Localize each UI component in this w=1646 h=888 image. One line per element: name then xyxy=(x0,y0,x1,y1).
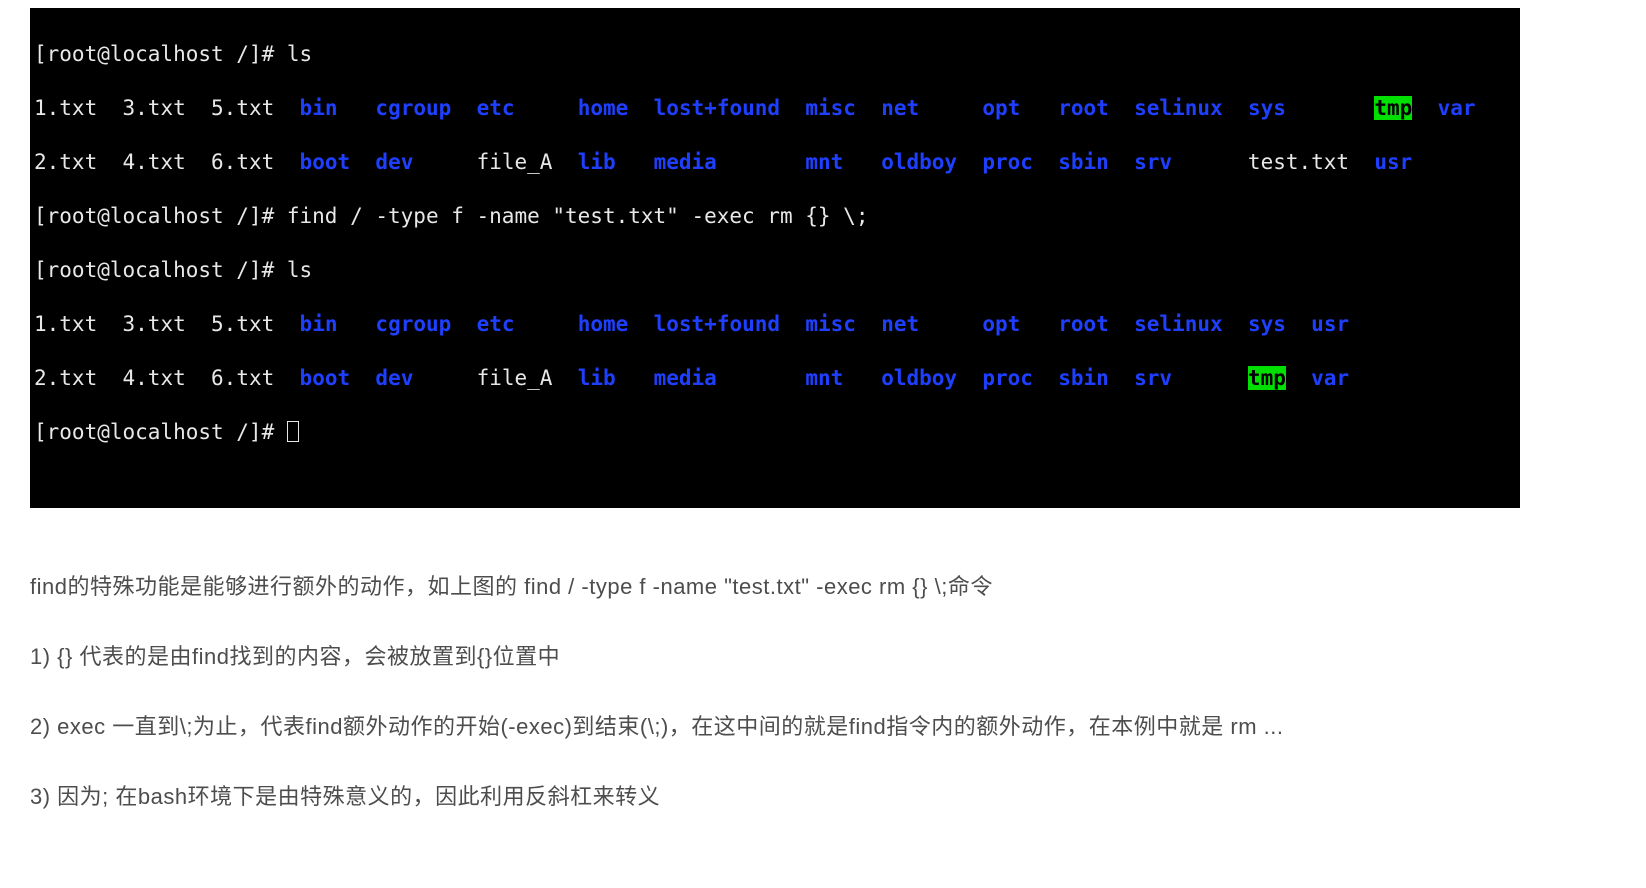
file: 5.txt xyxy=(211,312,274,336)
dir: sys xyxy=(1248,96,1286,120)
dir: oldboy xyxy=(881,366,957,390)
dir: misc xyxy=(805,96,856,120)
terminal-line-prompt: [root@localhost /]# xyxy=(34,419,1516,446)
dir: var xyxy=(1438,96,1476,120)
file: 1.txt xyxy=(34,312,97,336)
terminal-line-find: [root@localhost /]# find / -type f -name… xyxy=(34,203,1516,230)
dir: home xyxy=(578,312,629,336)
dir: usr xyxy=(1311,312,1349,336)
dir: home xyxy=(578,96,629,120)
dir: lost+found xyxy=(654,312,780,336)
dir: sbin xyxy=(1058,366,1109,390)
dir: lib xyxy=(578,150,616,174)
command-ls: ls xyxy=(287,42,312,66)
dir: misc xyxy=(805,312,856,336)
dir: root xyxy=(1058,96,1109,120)
shell-prompt: [root@localhost /]# xyxy=(34,204,287,228)
dir: media xyxy=(654,366,717,390)
dir-sticky: tmp xyxy=(1248,366,1286,390)
file: 4.txt xyxy=(123,150,186,174)
ls1-row1: 1.txt 3.txt 5.txt bin cgroup etc home lo… xyxy=(34,95,1516,122)
dir: mnt xyxy=(805,366,843,390)
dir: bin xyxy=(300,96,338,120)
command-ls: ls xyxy=(287,258,312,282)
article-paragraph-intro: find的特殊功能是能够进行额外的动作，如上图的 find / -type f … xyxy=(30,568,1610,606)
dir: srv xyxy=(1134,150,1172,174)
dir: sys xyxy=(1248,312,1286,336)
dir: selinux xyxy=(1134,312,1223,336)
shell-prompt: [root@localhost /]# xyxy=(34,420,287,444)
dir: opt xyxy=(982,312,1020,336)
article-paragraph-3: 3) 因为; 在bash环境下是由特殊意义的，因此利用反斜杠来转义 xyxy=(30,778,1610,816)
dir: proc xyxy=(982,150,1033,174)
file: 6.txt xyxy=(211,150,274,174)
dir: srv xyxy=(1134,366,1172,390)
dir: sbin xyxy=(1058,150,1109,174)
article-body: find的特殊功能是能够进行额外的动作，如上图的 find / -type f … xyxy=(30,568,1610,816)
dir: etc xyxy=(477,96,515,120)
dir: bin xyxy=(300,312,338,336)
dir: proc xyxy=(982,366,1033,390)
terminal-output: [root@localhost /]# ls 1.txt 3.txt 5.txt… xyxy=(30,8,1520,508)
file: 4.txt xyxy=(123,366,186,390)
file: file_A xyxy=(477,150,553,174)
dir: var xyxy=(1311,366,1349,390)
ls1-row2: 2.txt 4.txt 6.txt boot dev file_A lib me… xyxy=(34,149,1516,176)
dir: oldboy xyxy=(881,150,957,174)
article-paragraph-2: 2) exec 一直到\;为止，代表find额外动作的开始(-exec)到结束(… xyxy=(30,708,1610,746)
dir: etc xyxy=(477,312,515,336)
ls2-row2: 2.txt 4.txt 6.txt boot dev file_A lib me… xyxy=(34,365,1516,392)
file: 1.txt xyxy=(34,96,97,120)
file: 3.txt xyxy=(123,96,186,120)
dir: opt xyxy=(982,96,1020,120)
file: test.txt xyxy=(1248,150,1349,174)
dir: dev xyxy=(375,150,413,174)
dir: cgroup xyxy=(375,96,451,120)
dir: media xyxy=(654,150,717,174)
dir: selinux xyxy=(1134,96,1223,120)
dir: boot xyxy=(300,366,351,390)
dir: boot xyxy=(300,150,351,174)
cursor-icon xyxy=(287,421,299,442)
dir: net xyxy=(881,312,919,336)
terminal-line-1: [root@localhost /]# ls xyxy=(34,41,1516,68)
dir: dev xyxy=(375,366,413,390)
dir: mnt xyxy=(805,150,843,174)
command-find: find / -type f -name "test.txt" -exec rm… xyxy=(287,204,869,228)
dir: lib xyxy=(578,366,616,390)
dir: net xyxy=(881,96,919,120)
dir: root xyxy=(1058,312,1109,336)
file: 2.txt xyxy=(34,150,97,174)
terminal-line-ls2: [root@localhost /]# ls xyxy=(34,257,1516,284)
page-root: [root@localhost /]# ls 1.txt 3.txt 5.txt… xyxy=(0,8,1646,888)
dir-sticky: tmp xyxy=(1374,96,1412,120)
file: 6.txt xyxy=(211,366,274,390)
dir: lost+found xyxy=(654,96,780,120)
file: 5.txt xyxy=(211,96,274,120)
ls2-row1: 1.txt 3.txt 5.txt bin cgroup etc home lo… xyxy=(34,311,1516,338)
shell-prompt: [root@localhost /]# xyxy=(34,42,287,66)
file: file_A xyxy=(477,366,553,390)
shell-prompt: [root@localhost /]# xyxy=(34,258,287,282)
article-paragraph-1: 1) {} 代表的是由find找到的内容，会被放置到{}位置中 xyxy=(30,638,1610,676)
file: 2.txt xyxy=(34,366,97,390)
dir: cgroup xyxy=(375,312,451,336)
file: 3.txt xyxy=(123,312,186,336)
dir: usr xyxy=(1374,150,1412,174)
